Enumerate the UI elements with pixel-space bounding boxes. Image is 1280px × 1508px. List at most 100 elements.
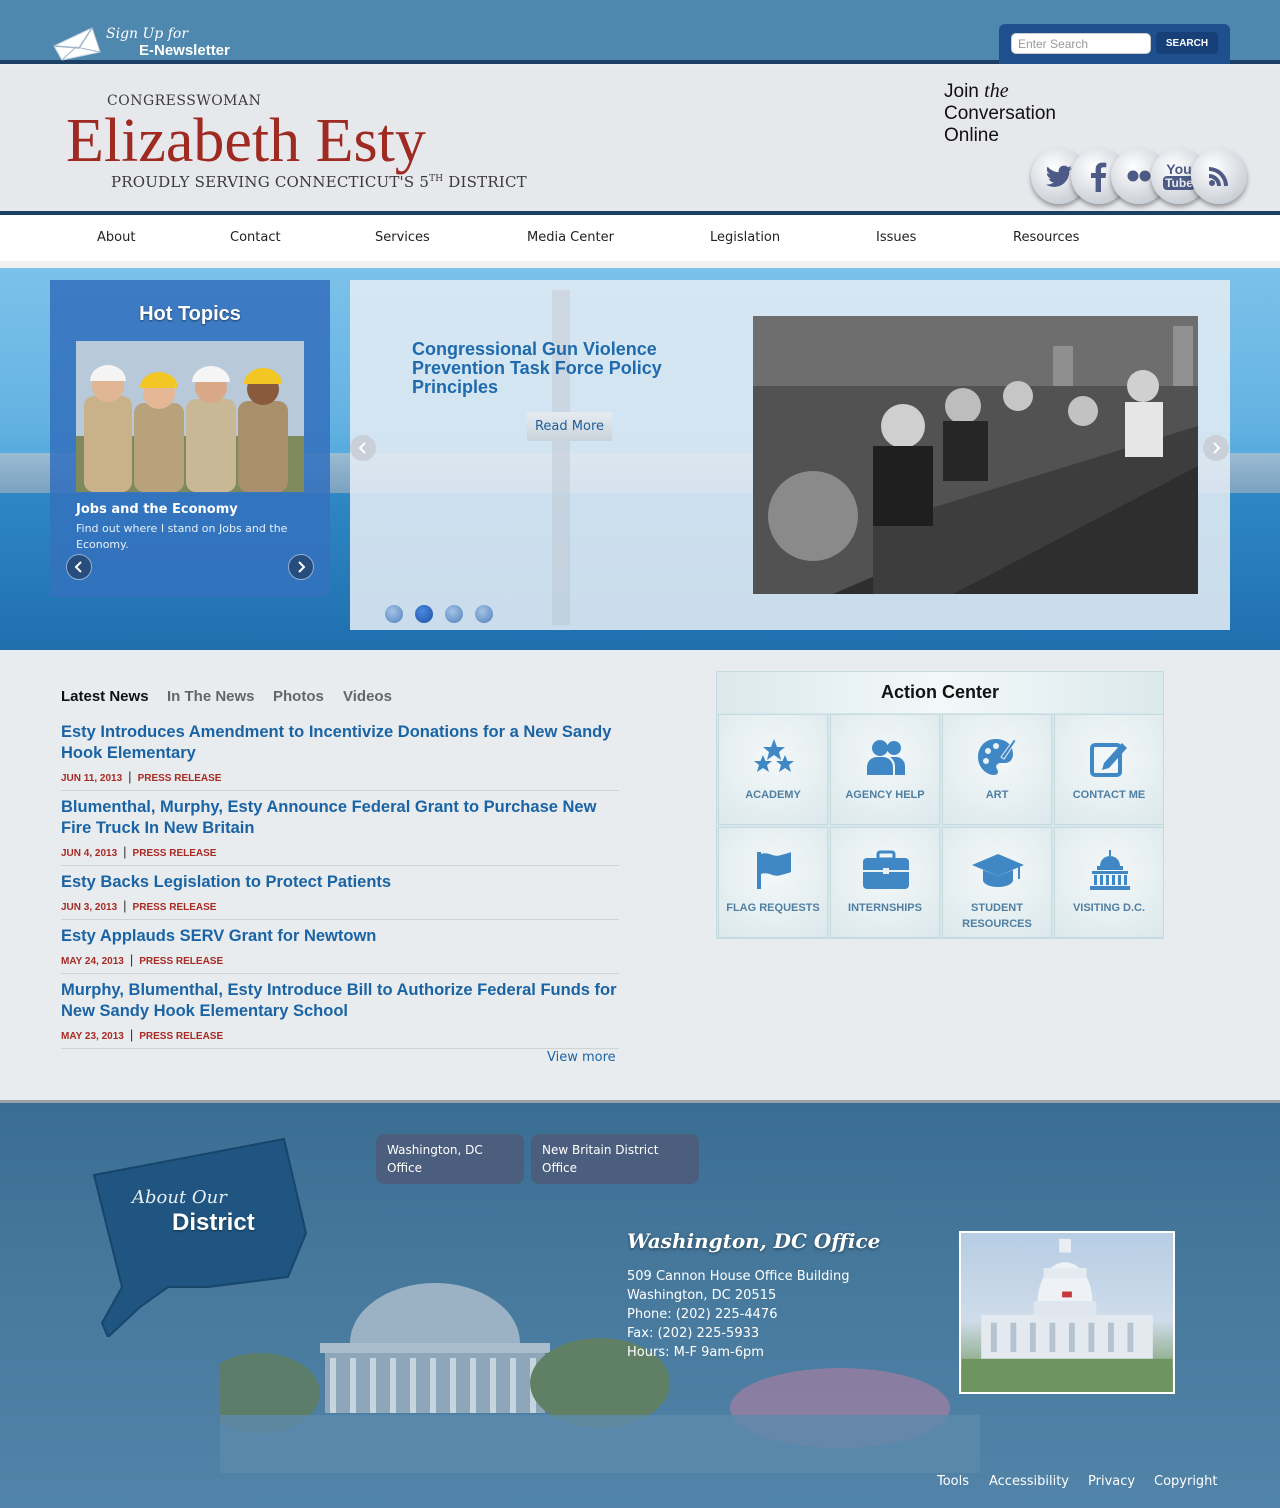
slide-photo[interactable] bbox=[753, 316, 1198, 594]
nav-shadow bbox=[0, 261, 1280, 268]
news-item: Esty Introduces Amendment to Incentivize… bbox=[61, 722, 619, 791]
hot-topic-photo[interactable] bbox=[76, 341, 304, 492]
people-icon bbox=[867, 740, 905, 775]
action-tile-agency-help[interactable]: AGENCY HELP bbox=[830, 714, 940, 825]
news-title[interactable]: Esty Backs Legislation to Protect Patien… bbox=[61, 872, 619, 893]
hot-topics-panel: Hot Topics Jobs and the Economy Find out… bbox=[50, 280, 330, 597]
palette-icon bbox=[978, 738, 1017, 775]
hot-topics-heading: Hot Topics bbox=[139, 303, 241, 325]
capitol-building-photo bbox=[959, 1231, 1175, 1394]
nav-issues[interactable]: Issues bbox=[876, 230, 916, 245]
footer: About Our District Washington, DC Office… bbox=[0, 1100, 1280, 1508]
tile-label: ART bbox=[985, 789, 1009, 801]
briefcase-icon bbox=[863, 850, 909, 889]
news-list: Esty Introduces Amendment to Incentivize… bbox=[61, 722, 619, 1049]
newsletter-line-2: E-Newsletter bbox=[139, 42, 230, 59]
site-logo-name[interactable]: Elizabeth Esty bbox=[66, 106, 426, 176]
office-hours: Hours: M-F 9am-6pm bbox=[627, 1345, 764, 1360]
tile-label: FLAG REQUESTS bbox=[726, 902, 820, 914]
slider-prev-button[interactable] bbox=[350, 435, 376, 461]
rss-icon[interactable] bbox=[1191, 148, 1247, 204]
action-tile-contact-me[interactable]: CONTACT ME bbox=[1054, 714, 1164, 825]
tab-latest-news[interactable]: Latest News bbox=[61, 688, 149, 705]
news-meta: JUN 4, 2013 | PRESS RELEASE bbox=[61, 844, 217, 859]
search-button[interactable]: SEARCH bbox=[1156, 32, 1218, 54]
site-header: CONGRESSWOMAN Elizabeth Esty PROUDLY SER… bbox=[0, 68, 1280, 211]
news-title[interactable]: Blumenthal, Murphy, Esty Announce Federa… bbox=[61, 797, 619, 839]
tab-videos[interactable]: Videos bbox=[343, 688, 392, 705]
footer-link-accessibility[interactable]: Accessibility bbox=[989, 1474, 1069, 1489]
slide-title[interactable]: Congressional Gun Violence Prevention Ta… bbox=[412, 340, 702, 397]
action-center-heading: Action Center bbox=[880, 682, 999, 702]
newsletter-signup-link[interactable]: Sign Up for E-Newsletter bbox=[52, 24, 242, 62]
tile-label: INTERNSHIPS bbox=[848, 902, 922, 914]
news-title[interactable]: Esty Introduces Amendment to Incentivize… bbox=[61, 722, 619, 764]
office-address-line-1: 509 Cannon House Office Building bbox=[627, 1269, 850, 1284]
news-title[interactable]: Esty Applauds SERV Grant for Newtown bbox=[61, 926, 619, 947]
slider-dot-1[interactable] bbox=[385, 605, 403, 623]
search-box: SEARCH bbox=[999, 24, 1230, 64]
capitol-icon bbox=[1090, 850, 1130, 890]
tab-in-the-news[interactable]: In The News bbox=[167, 688, 255, 705]
slider-dot-3[interactable] bbox=[445, 605, 463, 623]
envelope-icon bbox=[53, 27, 101, 61]
search-input[interactable] bbox=[1011, 33, 1151, 54]
chevron-left-icon bbox=[74, 561, 82, 573]
main-nav: About Contact Services Media Center Legi… bbox=[0, 215, 1280, 261]
newsletter-line-1: Sign Up for bbox=[106, 26, 189, 42]
tab-washington-dc-office[interactable]: Washington, DC Office bbox=[376, 1134, 524, 1184]
nav-services[interactable]: Services bbox=[375, 230, 430, 245]
hot-topics-prev-button[interactable] bbox=[66, 554, 92, 580]
tile-label: AGENCY HELP bbox=[845, 789, 925, 801]
hot-topics-next-button[interactable] bbox=[288, 554, 314, 580]
hero-banner: Hot Topics Jobs and the Economy Find out… bbox=[0, 268, 1280, 650]
tile-label: CONTACT ME bbox=[1072, 789, 1146, 801]
news-title[interactable]: Murphy, Blumenthal, Esty Introduce Bill … bbox=[61, 980, 619, 1022]
office-address-line-2: Washington, DC 20515 bbox=[627, 1288, 777, 1303]
tab-photos[interactable]: Photos bbox=[273, 688, 324, 705]
hot-topic-title[interactable]: Jobs and the Economy bbox=[76, 502, 238, 517]
nav-resources[interactable]: Resources bbox=[1013, 230, 1079, 245]
footer-link-privacy[interactable]: Privacy bbox=[1088, 1474, 1135, 1489]
news-meta: JUN 3, 2013 | PRESS RELEASE bbox=[61, 898, 217, 913]
tile-label: ACADEMY bbox=[745, 789, 801, 801]
footer-link-copyright[interactable]: Copyright bbox=[1154, 1474, 1218, 1489]
news-meta: MAY 24, 2013 | PRESS RELEASE bbox=[61, 952, 224, 967]
graduation-cap-icon bbox=[972, 854, 1024, 887]
view-more-link[interactable]: View more bbox=[547, 1050, 616, 1065]
action-tile-academy[interactable]: ACADEMY bbox=[718, 714, 828, 825]
news-item: Esty Backs Legislation to Protect Patien… bbox=[61, 866, 619, 920]
read-more-button[interactable]: Read More bbox=[527, 412, 612, 441]
office-phone: Phone: (202) 225-4476 bbox=[627, 1307, 778, 1322]
action-tile-art[interactable]: ART bbox=[942, 714, 1052, 825]
top-bar: Sign Up for E-Newsletter SEARCH bbox=[0, 0, 1280, 64]
nav-about[interactable]: About bbox=[97, 230, 135, 245]
office-title: Washington, DC Office bbox=[627, 1229, 881, 1253]
news-item: Esty Applauds SERV Grant for Newtown MAY… bbox=[61, 920, 619, 974]
action-tile-student-resources[interactable]: STUDENT RESOURCES bbox=[942, 827, 1052, 938]
action-tile-visiting-dc[interactable]: VISITING D.C. bbox=[1054, 827, 1164, 938]
nav-legislation[interactable]: Legislation bbox=[710, 230, 780, 245]
slider-dot-2[interactable] bbox=[415, 605, 433, 623]
tab-new-britain-office[interactable]: New Britain District Office bbox=[531, 1134, 699, 1184]
footer-link-tools[interactable]: Tools bbox=[937, 1474, 969, 1489]
news-item: Murphy, Blumenthal, Esty Introduce Bill … bbox=[61, 974, 619, 1049]
action-center: Action Center ACADEMY AGENCY HELP ART CO… bbox=[716, 671, 1164, 939]
office-fax: Fax: (202) 225-5933 bbox=[627, 1326, 760, 1341]
nav-media-center[interactable]: Media Center bbox=[527, 230, 614, 245]
action-tile-flag-requests[interactable]: FLAG REQUESTS bbox=[718, 827, 828, 938]
tile-label: VISITING D.C. bbox=[1072, 902, 1146, 914]
edit-icon bbox=[1090, 743, 1127, 777]
slider-dot-4[interactable] bbox=[475, 605, 493, 623]
action-tile-internships[interactable]: INTERNSHIPS bbox=[830, 827, 940, 938]
chevron-left-icon bbox=[358, 442, 366, 454]
hot-topic-description: Find out where I stand on Jobs and the E… bbox=[76, 522, 288, 551]
about-district-line1: About Our bbox=[132, 1187, 227, 1208]
slider-next-button[interactable] bbox=[1203, 435, 1229, 461]
featured-slider: Congressional Gun Violence Prevention Ta… bbox=[350, 280, 1230, 630]
news-meta: MAY 23, 2013 | PRESS RELEASE bbox=[61, 1027, 224, 1042]
join-conversation-heading: Join the Conversation Online bbox=[944, 80, 1056, 146]
chevron-right-icon bbox=[1213, 442, 1221, 454]
flag-icon bbox=[757, 852, 791, 889]
nav-contact[interactable]: Contact bbox=[230, 230, 281, 245]
